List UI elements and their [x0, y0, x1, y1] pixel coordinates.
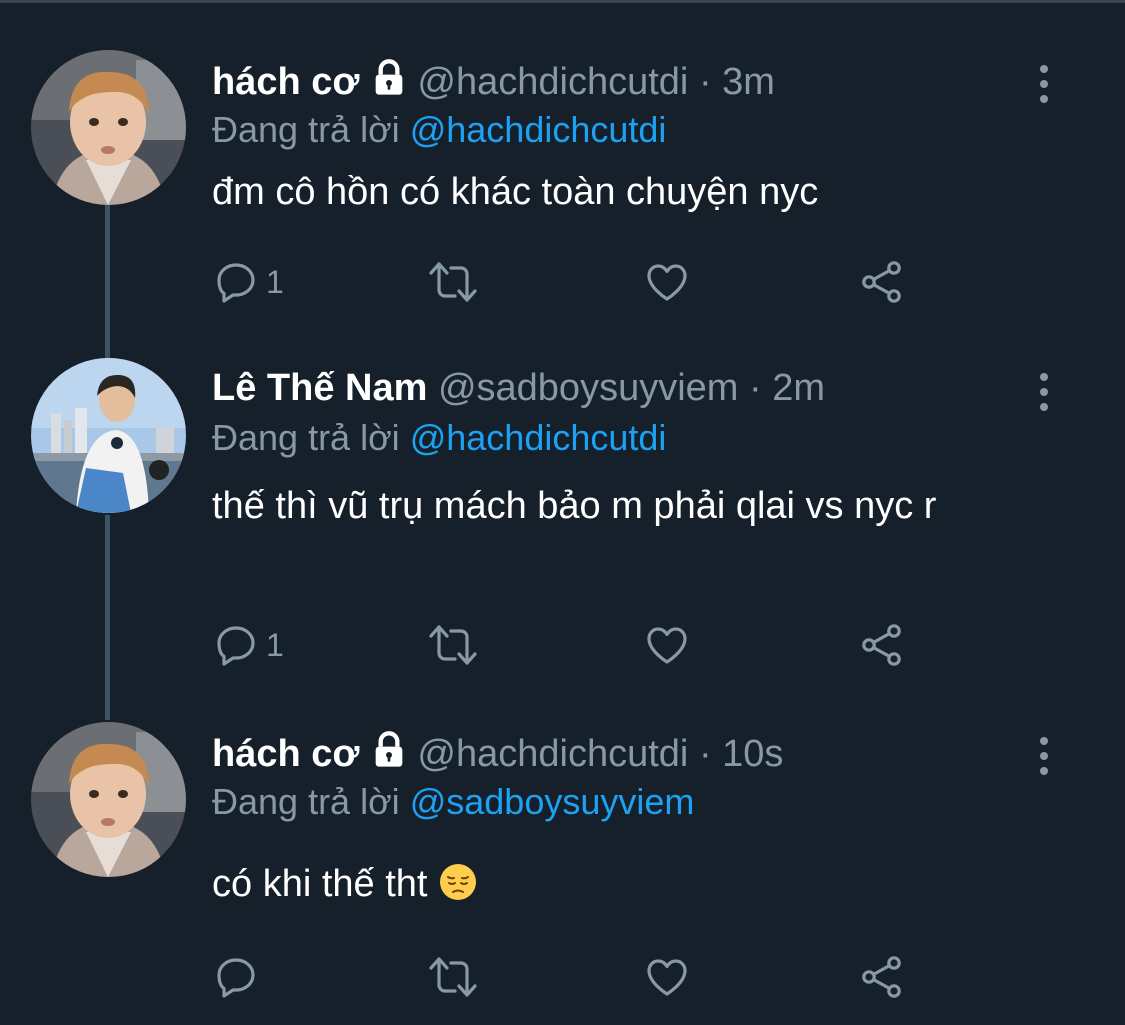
more-icon[interactable]: [1034, 736, 1054, 776]
like-button[interactable]: [642, 257, 692, 307]
replying-to: Đang trả lời @hachdichcutdi: [212, 108, 666, 152]
reply-button[interactable]: [212, 952, 266, 1002]
replying-mention[interactable]: @sadboysuyviem: [410, 781, 695, 822]
action-bar: 1: [212, 257, 912, 307]
tweet-text: đm cô hồn có khác toàn chuyện nyc: [212, 171, 819, 213]
avatar[interactable]: [31, 50, 186, 205]
more-icon[interactable]: [1034, 64, 1054, 104]
more-icon[interactable]: [1034, 372, 1054, 412]
timestamp[interactable]: 3m: [722, 61, 775, 103]
share-icon: [858, 953, 906, 1001]
tweet[interactable]: hách cơ @hachdichcutdi · 3m Đang trả lời …: [0, 50, 1125, 320]
top-divider: [0, 0, 1125, 3]
reply-button[interactable]: 1: [212, 257, 284, 307]
reply-icon: [212, 258, 260, 306]
retweet-icon: [425, 953, 481, 1001]
tweet-text: thế thì vũ trụ mách bảo m phải qlai vs n…: [212, 485, 937, 527]
share-button[interactable]: [858, 257, 906, 307]
timestamp[interactable]: 2m: [772, 367, 825, 409]
username[interactable]: @hachdichcutdi: [417, 733, 688, 775]
display-name[interactable]: hách cơ: [212, 61, 359, 103]
like-icon: [642, 258, 692, 306]
retweet-button[interactable]: [425, 952, 481, 1002]
replying-mention[interactable]: @hachdichcutdi: [410, 109, 667, 150]
share-button[interactable]: [858, 620, 906, 670]
retweet-icon: [425, 258, 481, 306]
pensive-face-icon: [438, 862, 478, 916]
action-bar: 1: [212, 620, 912, 670]
retweet-icon: [425, 621, 481, 669]
reply-icon: [212, 621, 260, 669]
reply-count: 1: [266, 263, 284, 300]
lock-icon: [369, 58, 409, 108]
lock-icon: [369, 730, 409, 780]
tweet-text-wrapper: có khi thế tht: [212, 858, 1062, 916]
replying-prefix: Đang trả lời: [212, 417, 400, 458]
replying-prefix: Đang trả lời: [212, 109, 400, 150]
share-icon: [858, 621, 906, 669]
tweet[interactable]: hách cơ @hachdichcutdi · 10s Đang trả lời…: [0, 722, 1125, 1012]
share-icon: [858, 258, 906, 306]
display-name[interactable]: Lê Thế Nam: [212, 367, 427, 409]
like-icon: [642, 621, 692, 669]
retweet-button[interactable]: [425, 620, 481, 670]
separator: ·: [698, 61, 712, 103]
display-name[interactable]: hách cơ: [212, 733, 359, 775]
tweet[interactable]: Lê Thế Nam @sadboysuyviem · 2m Đang trả …: [0, 358, 1125, 678]
replying-mention[interactable]: @hachdichcutdi: [410, 417, 667, 458]
reply-icon: [212, 953, 260, 1001]
timestamp[interactable]: 10s: [722, 733, 783, 775]
action-bar: [212, 952, 912, 1002]
avatar[interactable]: [31, 722, 186, 877]
tweet-text: có khi thế tht: [212, 863, 428, 905]
separator: ·: [749, 367, 762, 409]
username[interactable]: @hachdichcutdi: [417, 61, 688, 103]
replying-to: Đang trả lời @hachdichcutdi: [212, 416, 666, 460]
separator: ·: [698, 733, 712, 775]
retweet-button[interactable]: [425, 257, 481, 307]
avatar[interactable]: [31, 358, 186, 513]
reply-count: 1: [266, 626, 284, 663]
like-button[interactable]: [642, 620, 692, 670]
reply-button[interactable]: 1: [212, 620, 284, 670]
like-button[interactable]: [642, 952, 692, 1002]
like-icon: [642, 953, 692, 1001]
replying-prefix: Đang trả lời: [212, 781, 400, 822]
username[interactable]: @sadboysuyviem: [438, 367, 738, 409]
share-button[interactable]: [858, 952, 906, 1002]
replying-to: Đang trả lời @sadboysuyviem: [212, 780, 694, 824]
